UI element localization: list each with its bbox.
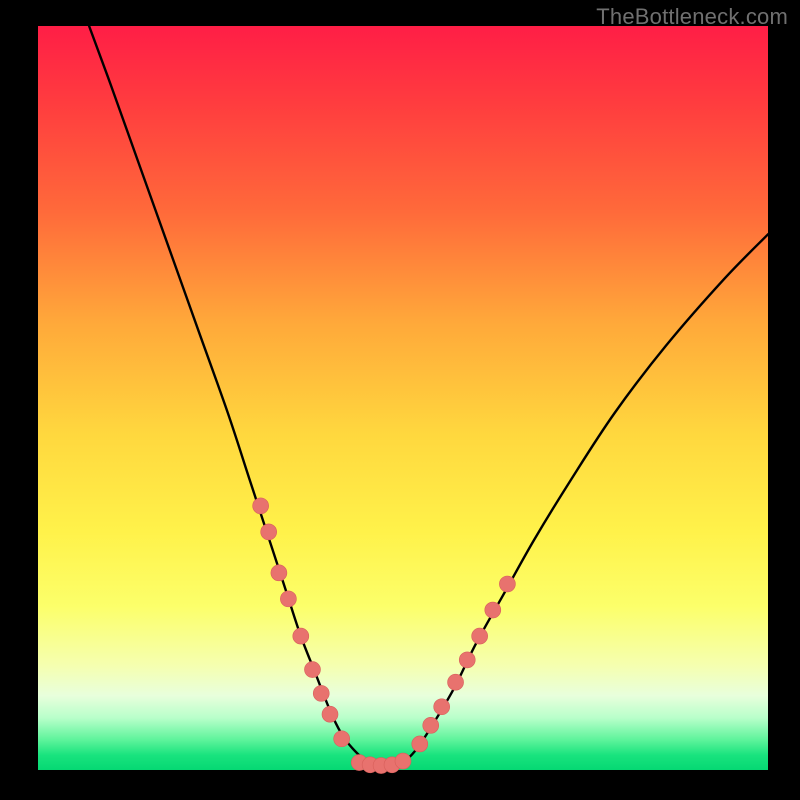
marker-dot [304,662,320,678]
marker-dot [280,591,296,607]
marker-dot [423,717,439,733]
marker-dot [334,731,350,747]
marker-dot [485,602,501,618]
markers [253,498,516,774]
marker-dot [395,753,411,769]
bottleneck-curve [89,26,768,766]
marker-dot [472,628,488,644]
marker-dot [322,706,338,722]
marker-dot [459,652,475,668]
marker-dot [412,736,428,752]
plot-area [38,26,768,770]
marker-dot [293,628,309,644]
marker-dot [499,576,515,592]
marker-dot [261,524,277,540]
watermark-text: TheBottleneck.com [596,4,788,30]
marker-dot [253,498,269,514]
marker-dot [271,565,287,581]
curve-svg [38,26,768,770]
marker-dot [313,685,329,701]
marker-dot [448,674,464,690]
chart-frame: TheBottleneck.com [0,0,800,800]
marker-dot [434,699,450,715]
